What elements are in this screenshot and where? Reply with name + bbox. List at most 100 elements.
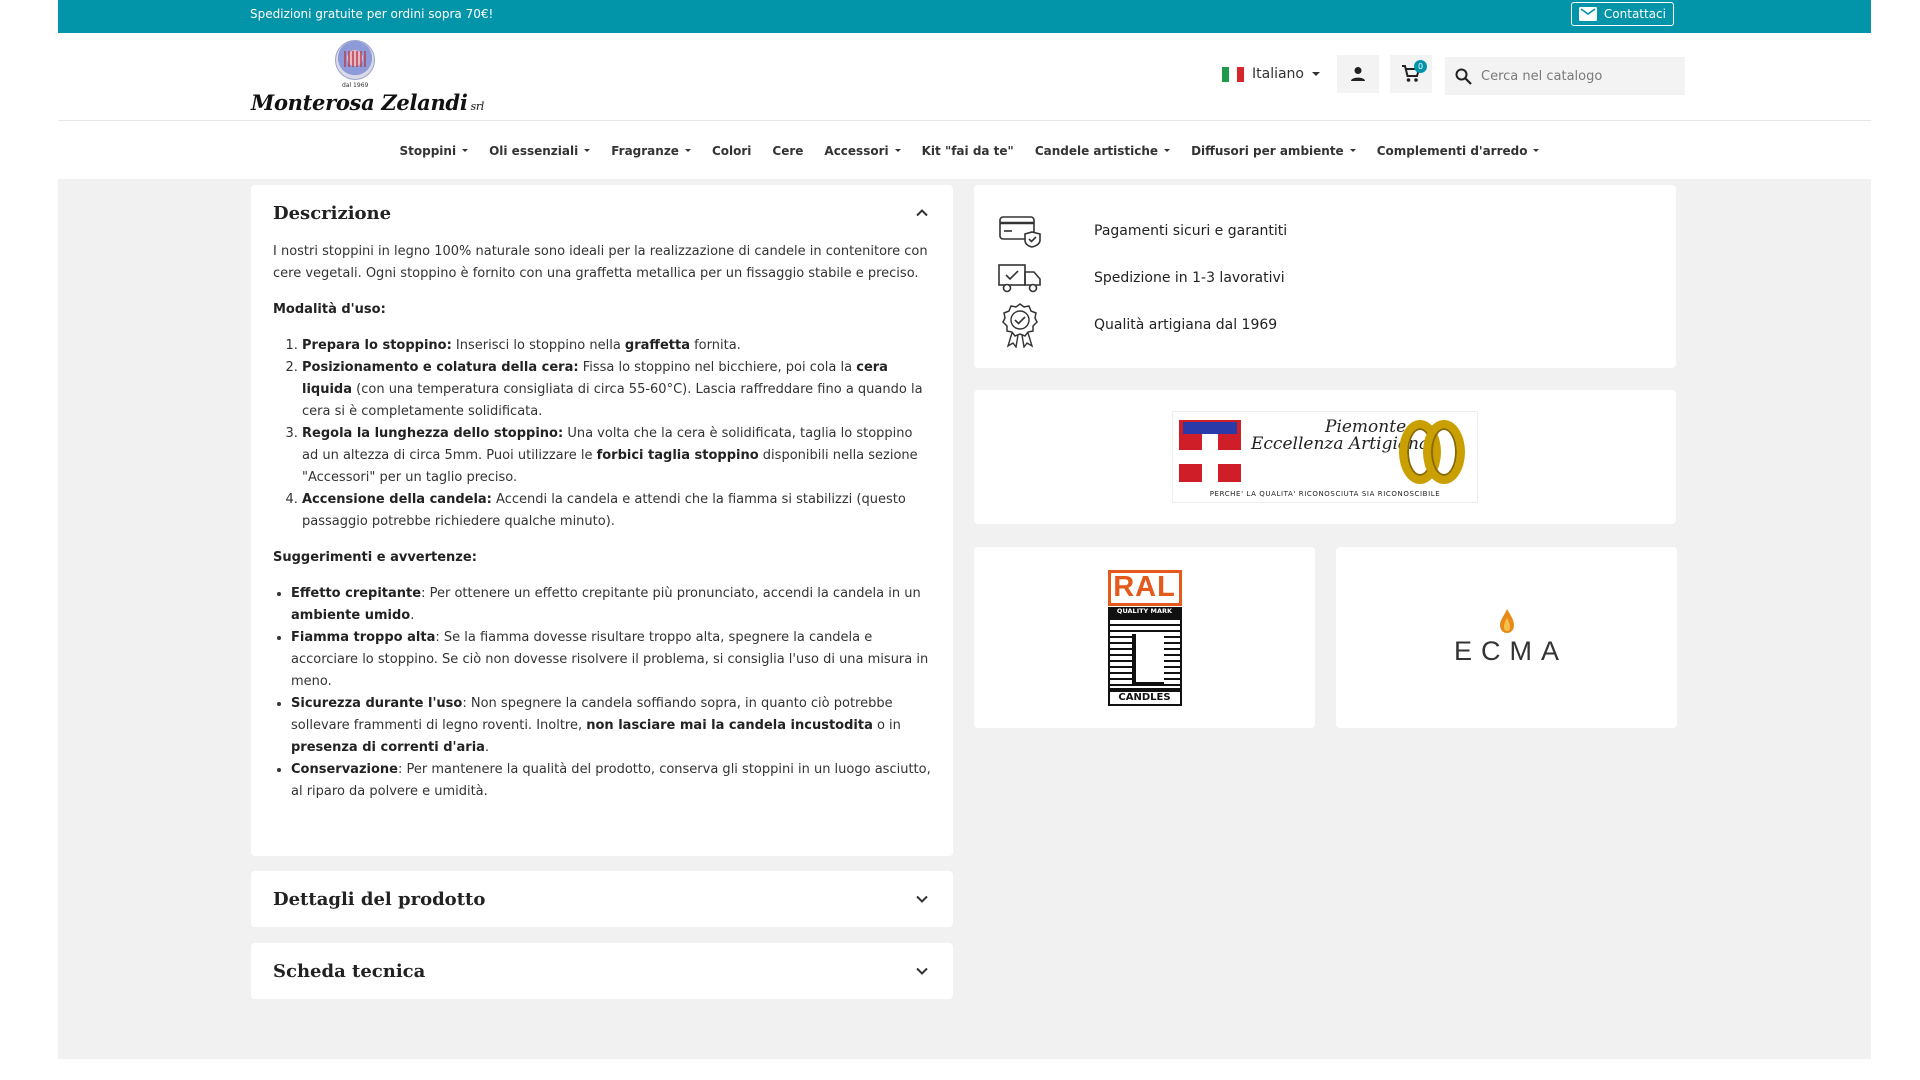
search-box [1445,57,1685,95]
nav-item-label: Diffusori per ambiente [1191,143,1344,158]
flame-icon [1499,609,1514,633]
ecma-logo-text: ECMA [1453,636,1568,666]
chevron-down-icon [684,149,691,152]
ral-candles-text: CANDLES [1107,689,1182,706]
body-text: o in [872,718,901,733]
bold-text: Prepara lo stoppino: [302,338,452,353]
description-intro: I nostri stoppini in legno 100% naturale… [273,244,928,281]
nav-item-accessori[interactable]: Accessori [824,144,901,158]
nav-item-label: Oli essenziali [489,143,579,158]
nav-item-colori[interactable]: Colori [712,144,751,158]
nav-item-label: Colori [711,143,752,158]
search-input[interactable] [1481,68,1671,84]
bold-text: graffetta [624,338,690,353]
tip-item: Sicurezza durante l'uso: Non spegnere la… [291,693,931,759]
feature-label: Spedizione in 1-3 lavorativi [1094,269,1285,286]
description-toggle[interactable]: Descrizione [251,185,953,241]
bold-text: Accensione della candela: [302,492,492,507]
tips-list: Effetto crepitante: Per ottenere un effe… [273,583,931,803]
piemonte-excellence-card: Piemonte Eccellenza Artigiana PERCHE' LA… [974,390,1676,524]
datasheet-toggle[interactable]: Scheda tecnica [251,943,953,999]
piemonte-tagline: PERCHE' LA QUALITA' RICONOSCIUTA SIA RIC… [1209,490,1441,498]
contact-button[interactable]: Contattaci [1570,2,1674,26]
bold-text: Posizionamento e colatura della cera: [302,360,579,375]
blue-band [1183,422,1237,434]
body-text: Fissa lo stoppino nel bicchiere, poi col… [578,360,857,375]
nav-item-label: Candele artistiche [1034,143,1159,158]
brand-since: dal 1969 [342,82,369,89]
usage-step: Regola la lunghezza dello stoppino: Una … [302,423,931,489]
product-details-toggle[interactable]: Dettagli del prodotto [251,871,953,927]
nav-item-diffusori[interactable]: Diffusori per ambiente [1191,144,1356,158]
search-icon[interactable] [1455,68,1472,85]
ral-label: RAL [1107,569,1182,606]
nav-item-candele-artistiche[interactable]: Candele artistiche [1034,143,1171,158]
feature-quality: Qualità artigiana dal 1969 [996,301,1676,348]
delivery-truck-icon [996,258,1044,298]
feature-secure-payments: Pagamenti sicuri e garantiti [996,207,1676,254]
ral-candle-graphic [1107,615,1182,690]
tip-item: Effetto crepitante: Per ottenere un effe… [291,583,931,627]
nav-item-cere[interactable]: Cere [772,144,803,158]
bold-text: Fiamma troppo alta [291,630,436,645]
bold-text: forbici taglia stoppino [596,448,759,463]
site-header: dal 1969 Monterosa Zelandi srl Italiano 0 [58,33,1871,121]
free-shipping-promo: Spedizioni gratuite per ordini sopra 70€… [250,7,494,21]
cart-button[interactable]: 0 [1390,55,1432,93]
nav-item-label: Cere [772,143,804,158]
description-title: Descrizione [273,202,392,224]
nav-item-fragranze[interactable]: Fragranze [611,144,691,158]
bold-text: Sicurezza durante l'uso [291,696,463,711]
trust-features-panel: Pagamenti sicuri e garantiti Spedizione … [974,185,1676,368]
ral-quality-mark-logo: RAL QUALITY MARK CANDLES [1107,569,1182,706]
quality-badge-icon [996,302,1044,348]
italy-flag-icon [1222,66,1244,82]
chevron-down-icon [916,895,928,903]
credit-card-shield-icon [996,211,1044,251]
nav-item-stoppini[interactable]: Stoppini [400,144,469,158]
body-text: Inserisci lo stoppino nella [451,338,625,353]
body-text: . [410,608,415,623]
description-panel: Descrizione I nostri stoppini in legno 1… [251,185,953,856]
contact-label: Contattaci [1603,7,1666,21]
brand-name: Monterosa Zelandi srl [251,90,484,115]
product-details-accordion[interactable]: Dettagli del prodotto [251,871,953,927]
ral-quality-mark-text: QUALITY MARK [1107,606,1182,616]
datasheet-accordion[interactable]: Scheda tecnica [251,943,953,999]
chevron-down-icon [462,149,469,152]
chevron-down-icon [1349,149,1356,152]
description-body: I nostri stoppini in legno 100% naturale… [251,241,953,803]
nav-item-oli-essenziali[interactable]: Oli essenziali [489,143,591,158]
chevron-down-icon [916,967,928,975]
body-text: . [484,740,490,755]
nav-item-label: Stoppini [399,143,457,158]
ecma-card: ECMA [1336,547,1677,728]
usage-step: Prepara lo stoppino: Inserisci lo stoppi… [302,335,931,357]
tip-item: Conservazione: Per mantenere la qualità … [291,759,931,803]
nav-item-label: Fragranze [611,143,679,158]
brand-suffix: srl [470,100,485,113]
chevron-down-icon [1312,72,1320,76]
body-text: : Per ottenere un effetto crepitante più… [421,586,921,601]
language-selector[interactable]: Italiano [1222,66,1320,82]
usage-step: Accensione della candela: Accendi la can… [302,489,931,533]
brand-seal-icon [335,40,375,80]
nav-item-kit-fai-da-te[interactable]: Kit "fai da te" [922,144,1014,158]
mail-icon [1578,7,1597,21]
ral-quality-card: RAL QUALITY MARK CANDLES [974,547,1315,728]
top-promo-bar: Spedizioni gratuite per ordini sopra 70€… [58,0,1871,33]
account-button[interactable] [1337,55,1379,93]
nav-item-complementi[interactable]: Complementi d'arredo [1377,144,1540,158]
brand-logo[interactable]: dal 1969 Monterosa Zelandi srl [251,40,484,116]
main-navigation: Stoppini Oli essenziali Fragranze Colori… [58,122,1871,179]
chevron-down-icon [1164,149,1171,152]
bold-text: Effetto crepitante [291,586,422,601]
bold-text: ambiente umido [291,608,411,623]
gold-rings-icon [1395,418,1475,486]
cart-count-badge: 0 [1414,60,1427,73]
bold-text: Conservazione [291,762,398,777]
chevron-down-icon [894,149,901,152]
body-text: (con una temperatura consigliata di circ… [302,382,923,419]
language-label: Italiano [1252,66,1304,82]
usage-steps-list: Prepara lo stoppino: Inserisci lo stoppi… [273,335,931,533]
